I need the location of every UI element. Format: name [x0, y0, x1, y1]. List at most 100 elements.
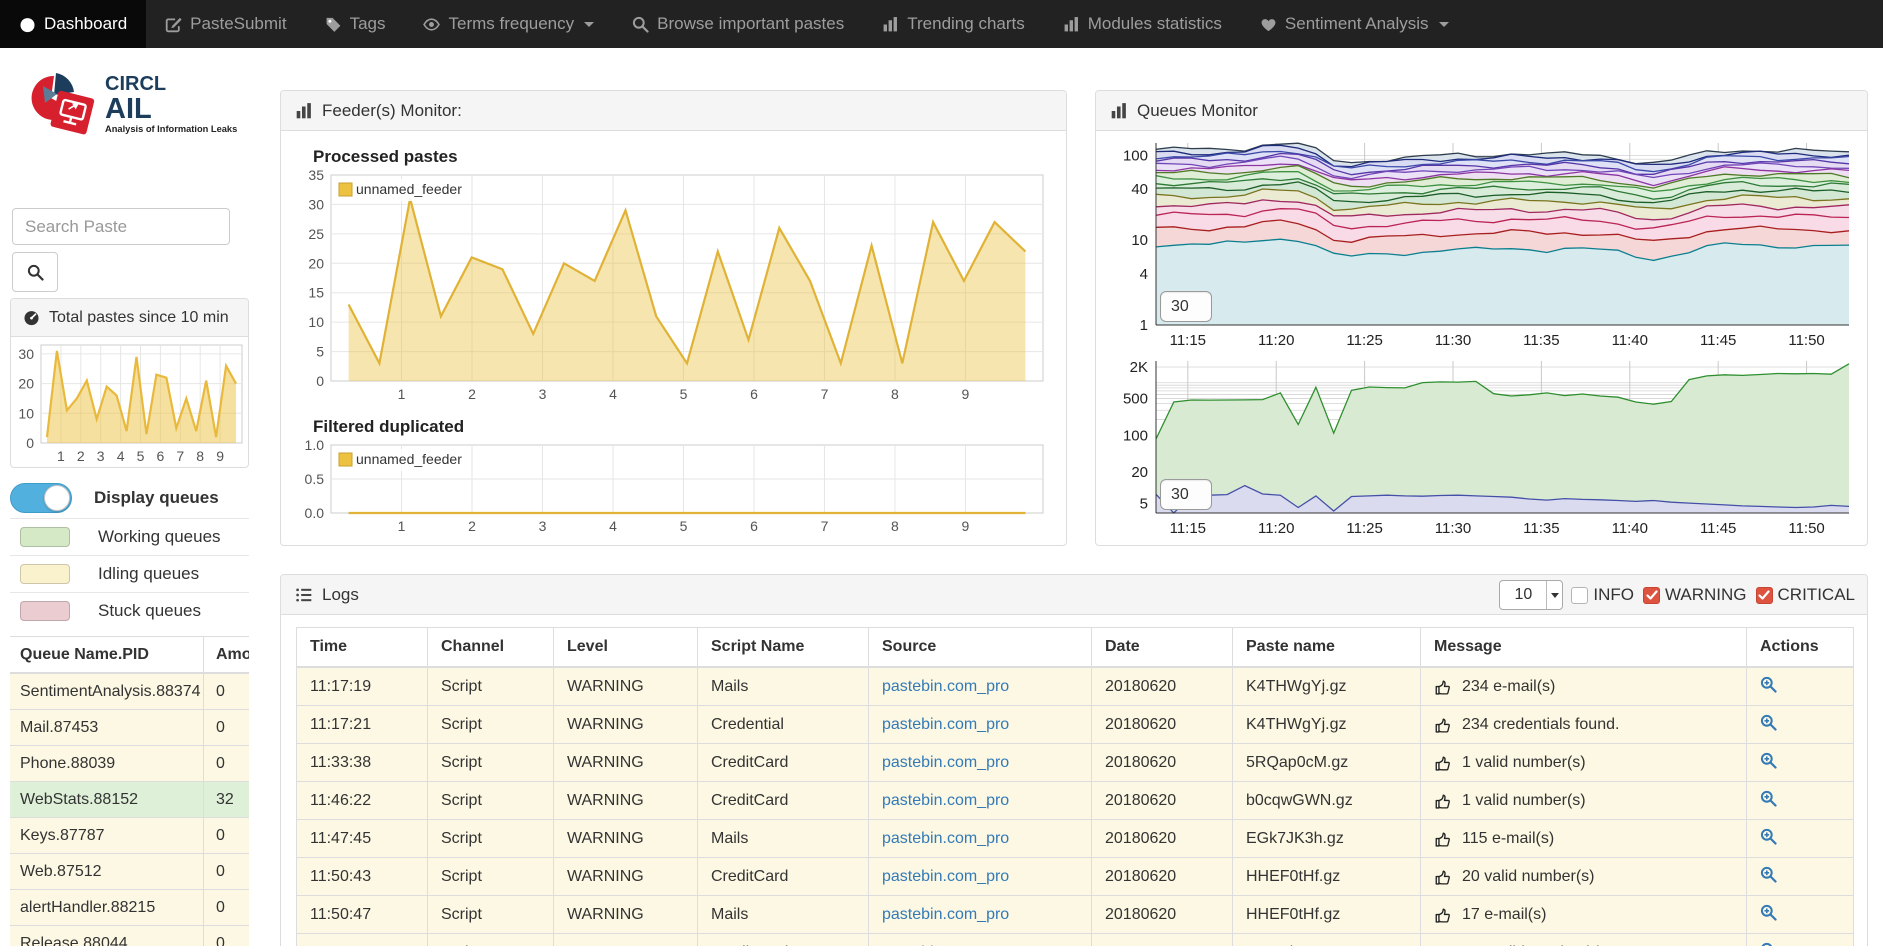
- log-time: 11:33:38: [296, 744, 428, 781]
- queue-row[interactable]: SentimentAnalysis.883740: [10, 674, 249, 710]
- source-link[interactable]: pastebin.com_pro: [882, 906, 1009, 924]
- log-message: 234 e-mail(s): [1421, 668, 1747, 705]
- log-date: 20180620: [1092, 858, 1233, 895]
- search-paste-input[interactable]: [12, 208, 230, 245]
- search-icon: [632, 16, 649, 33]
- queue-row[interactable]: Phone.880390: [10, 746, 249, 782]
- page-size-value: 10: [1500, 586, 1546, 604]
- log-row: 11:50:43ScriptWARNINGCreditCardpastebin.…: [296, 858, 1854, 896]
- log-time: 11:50:43: [296, 858, 428, 895]
- nav-item-tags[interactable]: Tags: [306, 0, 405, 48]
- feeder-monitor-panel: Feeder(s) Monitor: Processed pastes 0510…: [280, 90, 1067, 546]
- queue-table-header: Queue Name.PID Amount: [10, 636, 249, 674]
- queue-row[interactable]: Mail.874530: [10, 710, 249, 746]
- legend-working-queues: Working queues: [10, 518, 249, 555]
- nav-item-sentiment-analysis[interactable]: Sentiment Analysis: [1241, 0, 1468, 48]
- svg-text:11:40: 11:40: [1612, 520, 1648, 537]
- log-level: WARNING: [554, 668, 698, 705]
- info-checkbox[interactable]: [1571, 587, 1588, 604]
- queue-row[interactable]: Keys.877870: [10, 818, 249, 854]
- svg-text:11:35: 11:35: [1523, 520, 1559, 537]
- queue-row[interactable]: WebStats.8815232: [10, 782, 249, 818]
- show-paste-button[interactable]: [1760, 752, 1777, 774]
- search-button[interactable]: [12, 252, 58, 292]
- nav-item-label: Tags: [350, 14, 386, 34]
- warning-checkbox[interactable]: [1643, 587, 1660, 604]
- nav-item-label: Dashboard: [44, 14, 127, 34]
- col-header-channel: Channel: [428, 628, 554, 666]
- nav-item-terms-frequency[interactable]: Terms frequency: [404, 0, 613, 48]
- source-link[interactable]: pastebin.com_pro: [882, 754, 1009, 772]
- col-header-message: Message: [1421, 628, 1747, 666]
- log-message-text: 234 e-mail(s): [1462, 678, 1555, 696]
- nav-item-browse-important-pastes[interactable]: Browse important pastes: [613, 0, 863, 48]
- log-message: 17 e-mail(s): [1421, 896, 1747, 933]
- nav-item-pastesubmit[interactable]: PasteSubmit: [146, 0, 305, 48]
- queue-row[interactable]: alertHandler.882150: [10, 890, 249, 926]
- source-link[interactable]: pastebin.com_pro: [882, 868, 1009, 886]
- legend-idling-queues: Idling queues: [10, 555, 249, 592]
- queue-row[interactable]: Release.880440: [10, 926, 249, 946]
- filter-label: WARNING: [1665, 585, 1747, 605]
- svg-text:11:35: 11:35: [1523, 332, 1559, 349]
- log-channel: Script: [428, 744, 554, 781]
- log-date: 20180620: [1092, 706, 1233, 743]
- svg-text:20: 20: [1131, 464, 1148, 481]
- svg-text:6: 6: [157, 448, 165, 464]
- show-paste-button[interactable]: [1760, 866, 1777, 888]
- queues-window-input-bottom[interactable]: 30: [1160, 479, 1212, 510]
- queue-name: WebStats.88152: [10, 782, 204, 817]
- legend-swatch: [20, 527, 70, 547]
- nav-item-label: PasteSubmit: [190, 14, 286, 34]
- log-channel: Script: [428, 934, 554, 946]
- queue-amount: 0: [204, 827, 225, 845]
- log-message: 115 e-mail(s): [1421, 820, 1747, 857]
- svg-text:unnamed_feeder: unnamed_feeder: [356, 181, 462, 197]
- log-message: 1 valid number(s): [1421, 744, 1747, 781]
- log-date: 20180620: [1092, 896, 1233, 933]
- page-size-select[interactable]: 10: [1499, 580, 1563, 610]
- queue-name: Release.88044: [10, 926, 204, 946]
- select-arrow-icon: [1546, 581, 1562, 609]
- show-paste-button[interactable]: [1760, 942, 1777, 946]
- show-paste-button[interactable]: [1760, 790, 1777, 812]
- queue-amount-header: Amount: [204, 646, 249, 664]
- show-paste-button[interactable]: [1760, 676, 1777, 698]
- svg-text:5: 5: [137, 448, 145, 464]
- display-queues-toggle[interactable]: [10, 483, 72, 513]
- svg-text:4: 4: [1140, 266, 1148, 283]
- queue-row[interactable]: Web.875120: [10, 854, 249, 890]
- svg-text:11:50: 11:50: [1788, 332, 1824, 349]
- show-paste-button[interactable]: [1760, 828, 1777, 850]
- svg-text:1: 1: [1140, 317, 1148, 334]
- log-script: CreditCard: [698, 782, 869, 819]
- nav-item-dashboard[interactable]: Dashboard: [0, 0, 146, 48]
- svg-text:6: 6: [750, 518, 758, 534]
- log-date: 20180620: [1092, 782, 1233, 819]
- log-script: CreditCard: [698, 934, 869, 946]
- nav-item-trending-charts[interactable]: Trending charts: [863, 0, 1043, 48]
- log-message: 114 valid number(s): [1421, 934, 1747, 946]
- col-header-date: Date: [1092, 628, 1233, 666]
- source-link[interactable]: pastebin.com_pro: [882, 830, 1009, 848]
- queues-window-input-top[interactable]: 30: [1160, 291, 1212, 322]
- queue-name: alertHandler.88215: [10, 890, 204, 925]
- queue-amount: 0: [204, 863, 225, 881]
- show-paste-button[interactable]: [1760, 714, 1777, 736]
- svg-text:9: 9: [962, 518, 970, 534]
- filter-critical[interactable]: CRITICAL: [1756, 585, 1855, 605]
- source-link[interactable]: pastebin.com_pro: [882, 792, 1009, 810]
- processed-pastes-title: Processed pastes: [313, 147, 458, 167]
- search-plus-icon: [1760, 904, 1777, 921]
- svg-text:2: 2: [468, 518, 476, 534]
- nav-item-modules-statistics[interactable]: Modules statistics: [1044, 0, 1241, 48]
- filter-warning[interactable]: WARNING: [1643, 585, 1747, 605]
- critical-checkbox[interactable]: [1756, 587, 1773, 604]
- show-paste-button[interactable]: [1760, 904, 1777, 926]
- source-link[interactable]: pastebin.com_pro: [882, 716, 1009, 734]
- filter-info[interactable]: INFO: [1571, 585, 1634, 605]
- log-date: 20180620: [1092, 820, 1233, 857]
- log-level: WARNING: [554, 706, 698, 743]
- source-link[interactable]: pastebin.com_pro: [882, 678, 1009, 696]
- queue-amount: 32: [204, 791, 234, 809]
